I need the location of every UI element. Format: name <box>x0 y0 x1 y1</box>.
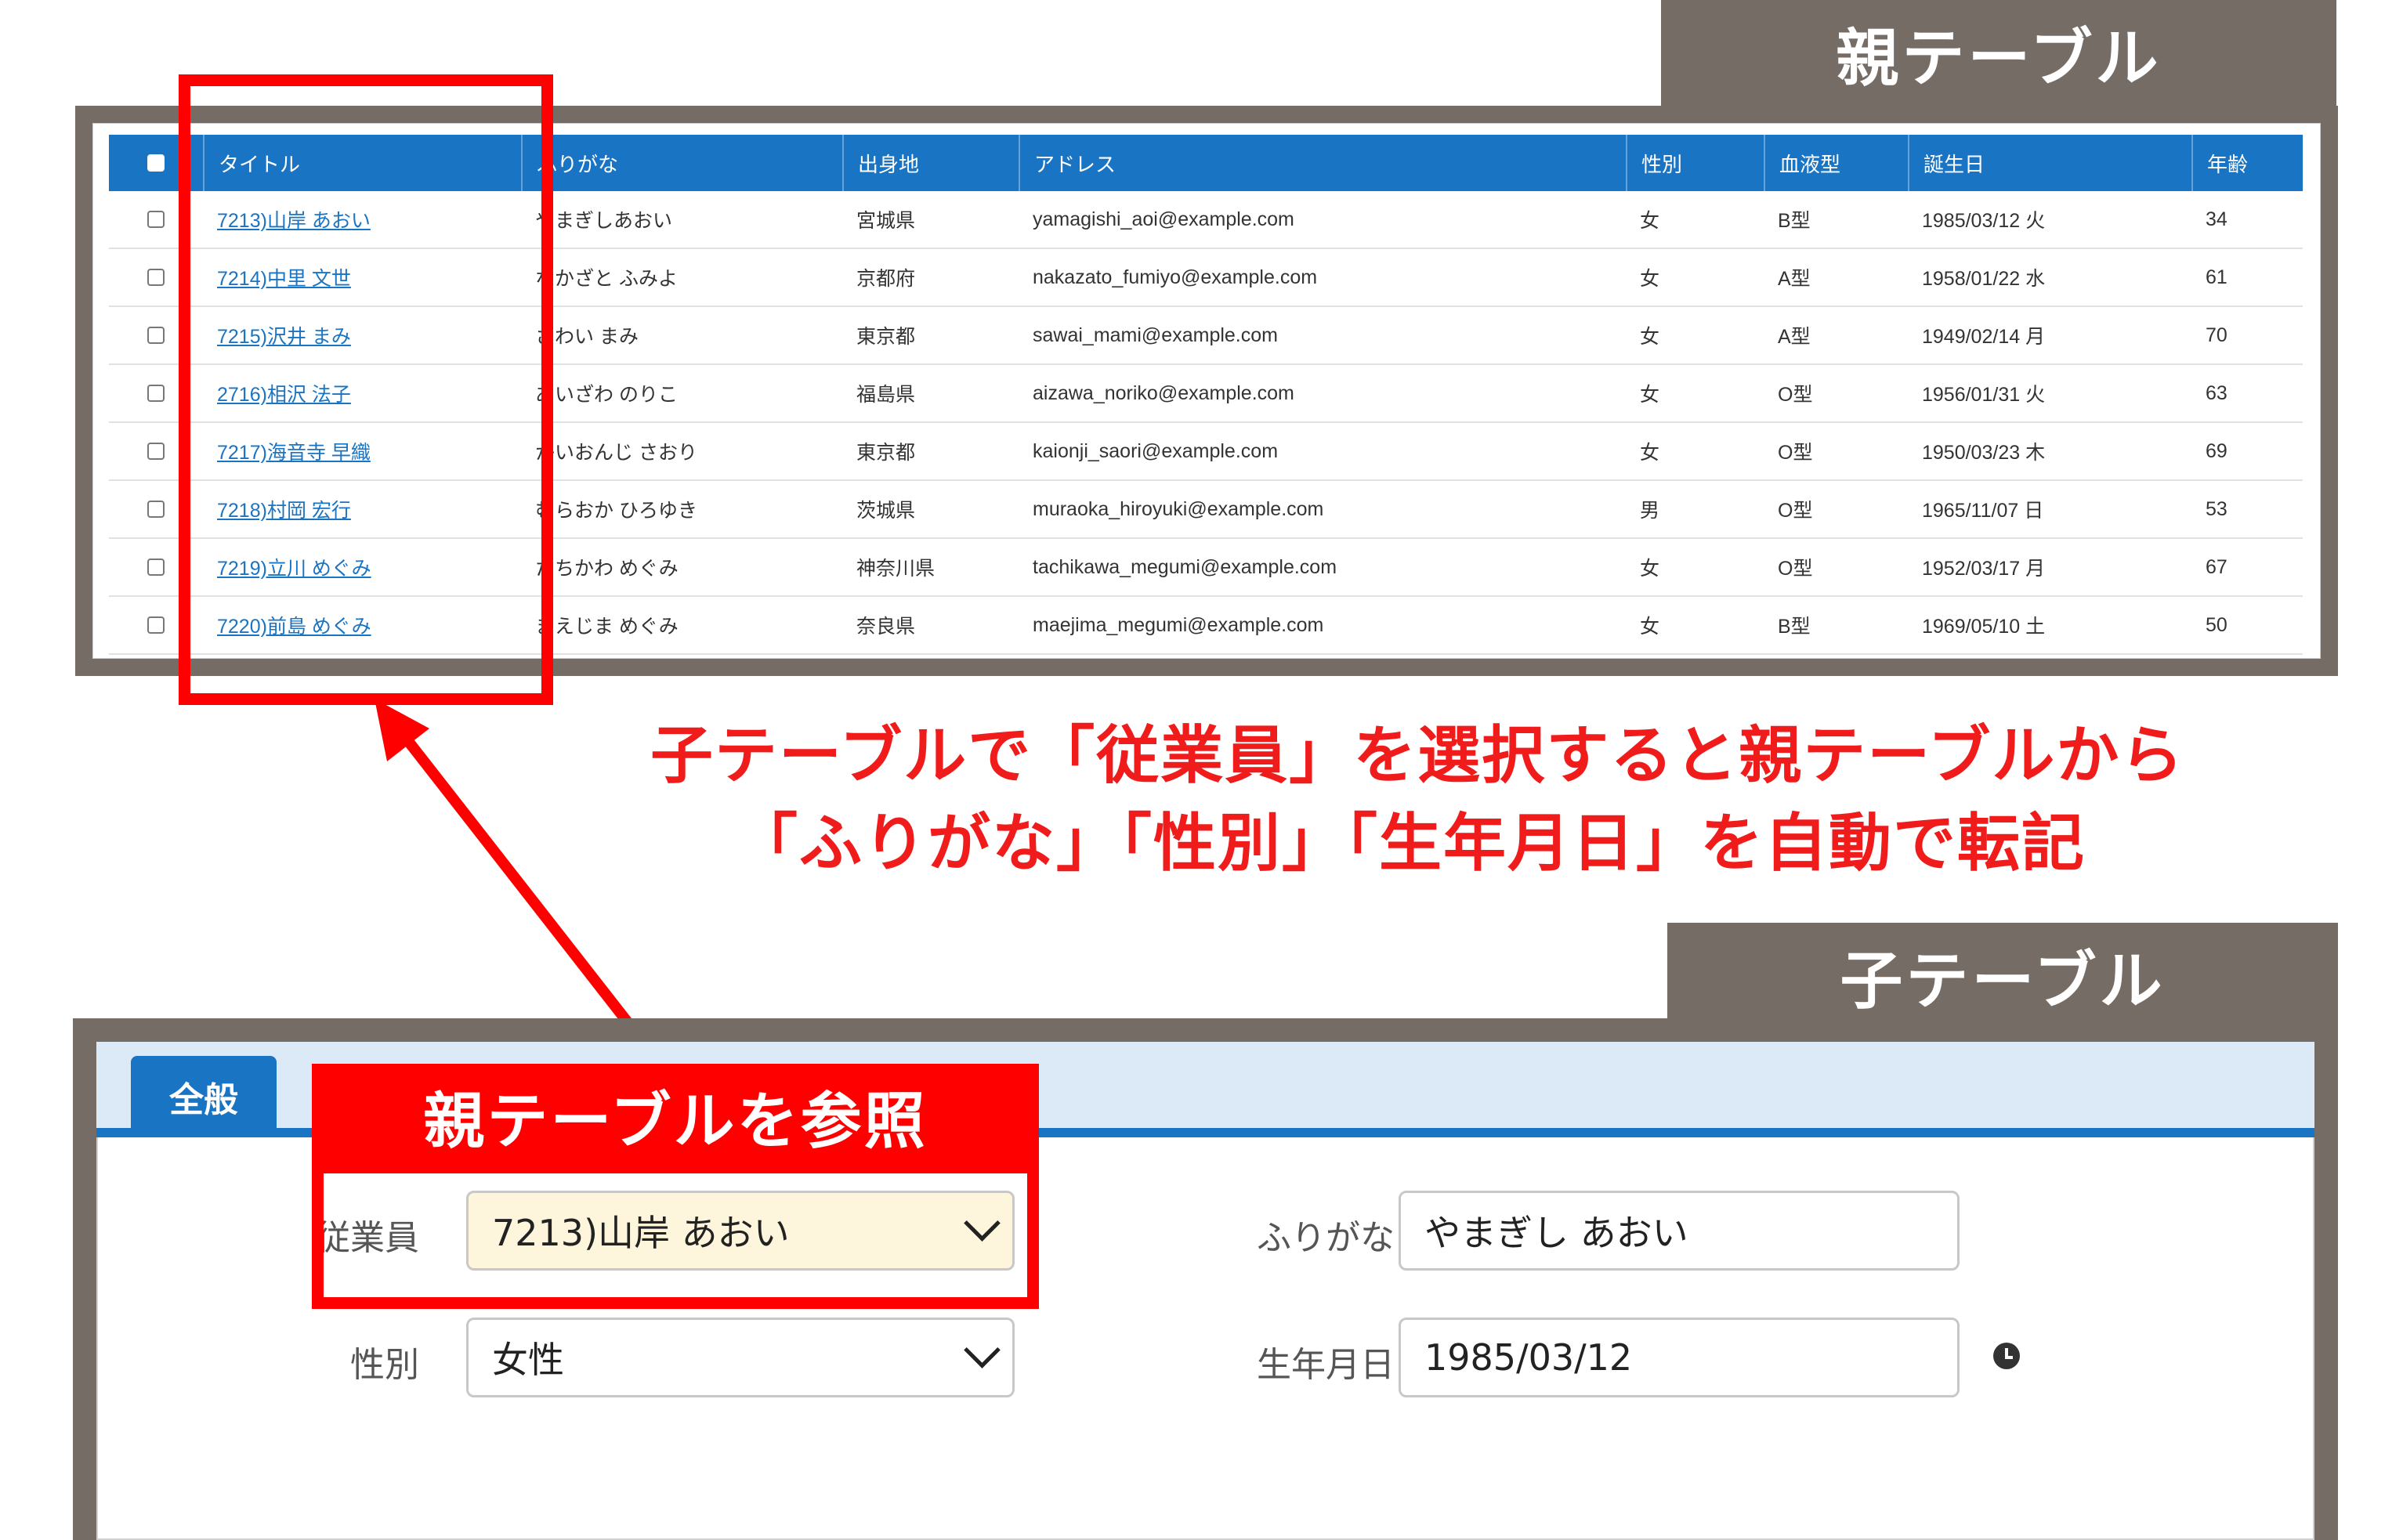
row-blood-type: B型 <box>1778 616 1811 638</box>
row-furigana: さわい まみ <box>535 326 639 348</box>
row-email: muraoka_hiroyuki@example.com <box>1033 497 1324 520</box>
row-checkbox[interactable] <box>147 211 165 228</box>
row-email: sawai_mami@example.com <box>1033 324 1278 346</box>
row-blood-type: A型 <box>1778 326 1811 348</box>
row-checkbox[interactable] <box>147 443 165 460</box>
row-age: 69 <box>2206 439 2227 462</box>
row-origin: 東京都 <box>856 326 916 348</box>
row-furigana: あいざわ のりこ <box>535 384 678 406</box>
row-origin: 東京都 <box>856 442 916 464</box>
row-age: 53 <box>2206 497 2227 520</box>
row-blood-type: B型 <box>1778 210 1811 232</box>
row-gender: 女 <box>1640 326 1660 348</box>
row-checkbox[interactable] <box>147 327 165 344</box>
row-birthday: 1985/03/12 火 <box>1922 210 2046 232</box>
header-email[interactable]: アドレス <box>1019 135 1626 191</box>
row-email: maejima_megumi@example.com <box>1033 613 1324 636</box>
employee-field-highlight <box>312 1162 1039 1309</box>
furigana-value: やまぎし あおい <box>1424 1212 1688 1254</box>
header-blood-type[interactable]: 血液型 <box>1764 135 1908 191</box>
gender-select[interactable]: 女性 <box>466 1318 1015 1397</box>
row-blood-type: O型 <box>1778 384 1813 406</box>
row-furigana: なかざと ふみよ <box>535 268 678 290</box>
row-checkbox[interactable] <box>147 559 165 576</box>
row-gender: 女 <box>1640 558 1660 580</box>
row-age: 70 <box>2206 324 2227 346</box>
row-birthday: 1949/02/14 月 <box>1922 326 2046 348</box>
row-birthday: 1956/01/31 火 <box>1922 384 2046 406</box>
row-origin: 神奈川県 <box>856 558 936 580</box>
row-furigana: かいおんじ さおり <box>535 442 697 464</box>
row-email: aizawa_noriko@example.com <box>1033 381 1294 404</box>
row-checkbox[interactable] <box>147 616 165 634</box>
row-blood-type: O型 <box>1778 558 1813 580</box>
row-gender: 女 <box>1640 384 1660 406</box>
birthdate-value: 1985/03/12 <box>1424 1336 1633 1379</box>
row-furigana: やまぎしあおい <box>535 210 673 232</box>
row-gender: 女 <box>1640 616 1660 638</box>
row-gender: 男 <box>1640 500 1660 522</box>
row-birthday: 1965/11/07 日 <box>1922 500 2044 522</box>
child-table-label: 子テーブル <box>1667 923 2338 1028</box>
row-checkbox[interactable] <box>147 269 165 286</box>
header-gender[interactable]: 性別 <box>1626 135 1764 191</box>
tab-general[interactable]: 全般 <box>131 1056 277 1137</box>
row-age: 50 <box>2206 613 2227 636</box>
select-all-checkbox[interactable] <box>147 154 165 172</box>
header-furigana[interactable]: ふりがな <box>521 135 842 191</box>
row-gender: 女 <box>1640 210 1660 232</box>
row-email: nakazato_fumiyo@example.com <box>1033 266 1318 288</box>
reference-parent-banner: 親テーブルを参照 <box>312 1064 1039 1169</box>
row-origin: 宮城県 <box>856 210 916 232</box>
row-origin: 茨城県 <box>856 500 916 522</box>
header-age[interactable]: 年齢 <box>2191 135 2303 191</box>
caption-line-2: 「ふりがな」「性別」「生年月日」を自動で転記 <box>735 807 2086 880</box>
birthdate-label: 生年月日 <box>1257 1345 1395 1385</box>
parent-table-label: 親テーブル <box>1661 0 2336 106</box>
clock-icon[interactable] <box>1993 1343 2020 1369</box>
row-age: 67 <box>2206 555 2227 578</box>
row-birthday: 1952/03/17 月 <box>1922 558 2046 580</box>
row-email: tachikawa_megumi@example.com <box>1033 555 1337 578</box>
furigana-label: ふりがな <box>1257 1218 1395 1258</box>
row-blood-type: A型 <box>1778 268 1811 290</box>
row-email: kaionji_saori@example.com <box>1033 439 1279 462</box>
row-age: 34 <box>2206 208 2227 230</box>
row-furigana: むらおか ひろゆき <box>535 500 697 522</box>
gender-value: 女性 <box>492 1339 564 1381</box>
row-gender: 女 <box>1640 268 1660 290</box>
row-age: 61 <box>2206 266 2227 288</box>
row-age: 63 <box>2206 381 2227 404</box>
row-origin: 奈良県 <box>856 616 916 638</box>
row-birthday: 1950/03/23 木 <box>1922 442 2046 464</box>
title-column-highlight <box>179 74 553 705</box>
row-birthday: 1958/01/22 水 <box>1922 268 2046 290</box>
header-birthday[interactable]: 誕生日 <box>1908 135 2191 191</box>
row-email: yamagishi_aoi@example.com <box>1033 208 1294 230</box>
chevron-down-icon <box>964 1332 1001 1368</box>
row-blood-type: O型 <box>1778 442 1813 464</box>
row-furigana: たちかわ めぐみ <box>535 558 679 580</box>
row-blood-type: O型 <box>1778 500 1813 522</box>
row-checkbox[interactable] <box>147 385 165 402</box>
caption-line-1: 子テーブルで「従業員」を選択すると親テーブルから <box>650 719 2185 792</box>
gender-label: 性別 <box>350 1345 419 1385</box>
row-birthday: 1969/05/10 土 <box>1922 616 2046 638</box>
arrow-head <box>375 699 429 761</box>
row-gender: 女 <box>1640 442 1660 464</box>
row-origin: 福島県 <box>856 384 916 406</box>
header-origin[interactable]: 出身地 <box>842 135 1019 191</box>
row-origin: 京都府 <box>856 268 916 290</box>
row-checkbox[interactable] <box>147 501 165 518</box>
furigana-field[interactable]: やまぎし あおい <box>1399 1191 1960 1271</box>
row-furigana: まえじま めぐみ <box>535 616 679 638</box>
birthdate-field[interactable]: 1985/03/12 <box>1399 1318 1960 1397</box>
